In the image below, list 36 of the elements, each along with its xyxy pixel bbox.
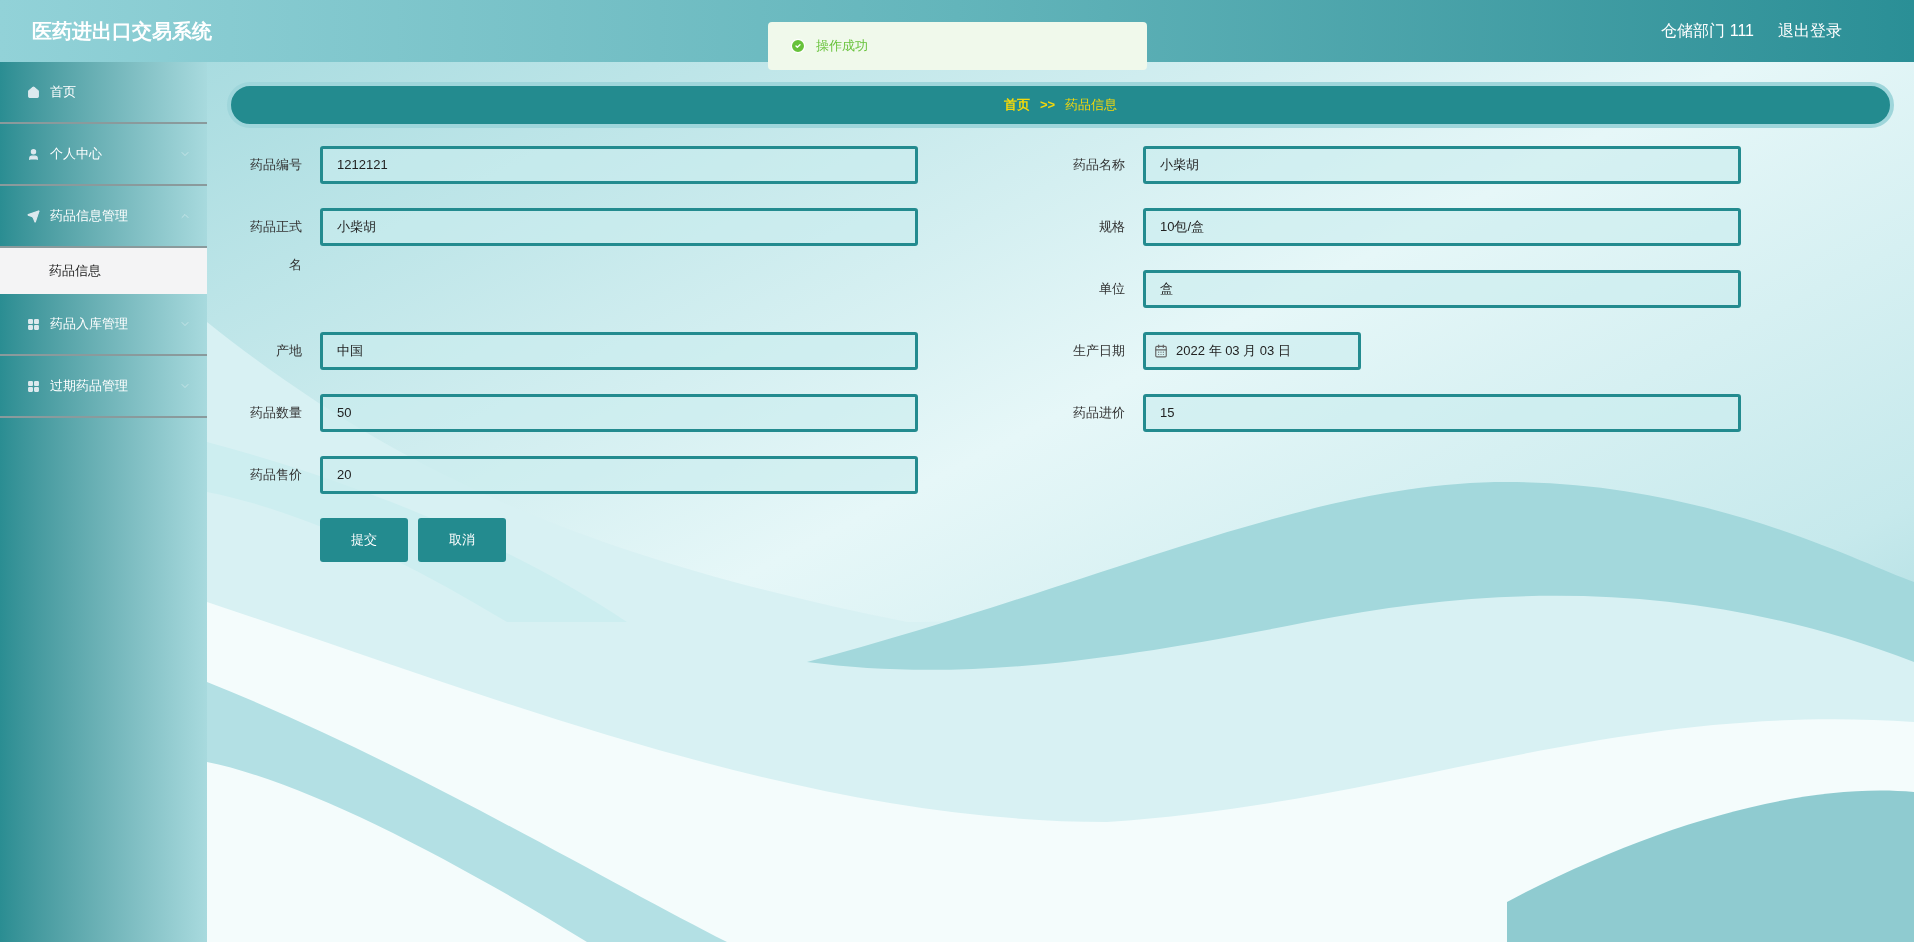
menu-icon	[27, 85, 40, 99]
submit-button[interactable]: 提交	[320, 518, 408, 562]
input-field[interactable]: 盒	[1143, 270, 1741, 308]
user-name: 仓储部门 111	[1661, 21, 1754, 41]
field-label: 药品售价	[249, 466, 302, 484]
input-field[interactable]: 小柴胡	[320, 208, 918, 246]
field-label: 生产日期	[1072, 342, 1125, 360]
calendar-icon	[1154, 344, 1168, 358]
field-label: 药品编号	[249, 156, 302, 174]
field-label: 药品进价	[1072, 404, 1125, 422]
field-label: 药品名称	[1072, 156, 1125, 174]
input-field[interactable]: 15	[1143, 394, 1741, 432]
logout-link[interactable]: 退出登录	[1778, 19, 1842, 43]
toast-message: 操作成功	[768, 22, 1147, 70]
input-field[interactable]: 1212121	[320, 146, 918, 184]
field-label: 药品正式名	[249, 218, 302, 274]
input-field[interactable]: 中国	[320, 332, 918, 370]
field-label: 产地	[275, 342, 302, 360]
menu-icon	[27, 317, 40, 331]
check-icon	[790, 38, 806, 54]
menu-icon	[27, 379, 40, 393]
menu-icon	[27, 147, 40, 161]
cancel-button[interactable]: 取消	[418, 518, 506, 562]
field-label: 规格	[1098, 218, 1125, 236]
breadcrumb-current: 药品信息	[1065, 96, 1118, 115]
field-label: 单位	[1098, 280, 1125, 298]
field-label: 药品数量	[249, 404, 302, 422]
app-title: 医药进出口交易系统	[32, 19, 212, 44]
input-field[interactable]: 50	[320, 394, 918, 432]
date-field[interactable]: 2022 年 03 月 03 日	[1143, 332, 1361, 370]
submenu-item[interactable]: 药品信息	[0, 248, 207, 294]
menu-icon	[27, 209, 40, 223]
input-field[interactable]: 20	[320, 456, 918, 494]
input-field[interactable]: 小柴胡	[1143, 146, 1741, 184]
input-field[interactable]: 10包/盒	[1143, 208, 1741, 246]
breadcrumb-separator: >>	[1039, 96, 1056, 115]
